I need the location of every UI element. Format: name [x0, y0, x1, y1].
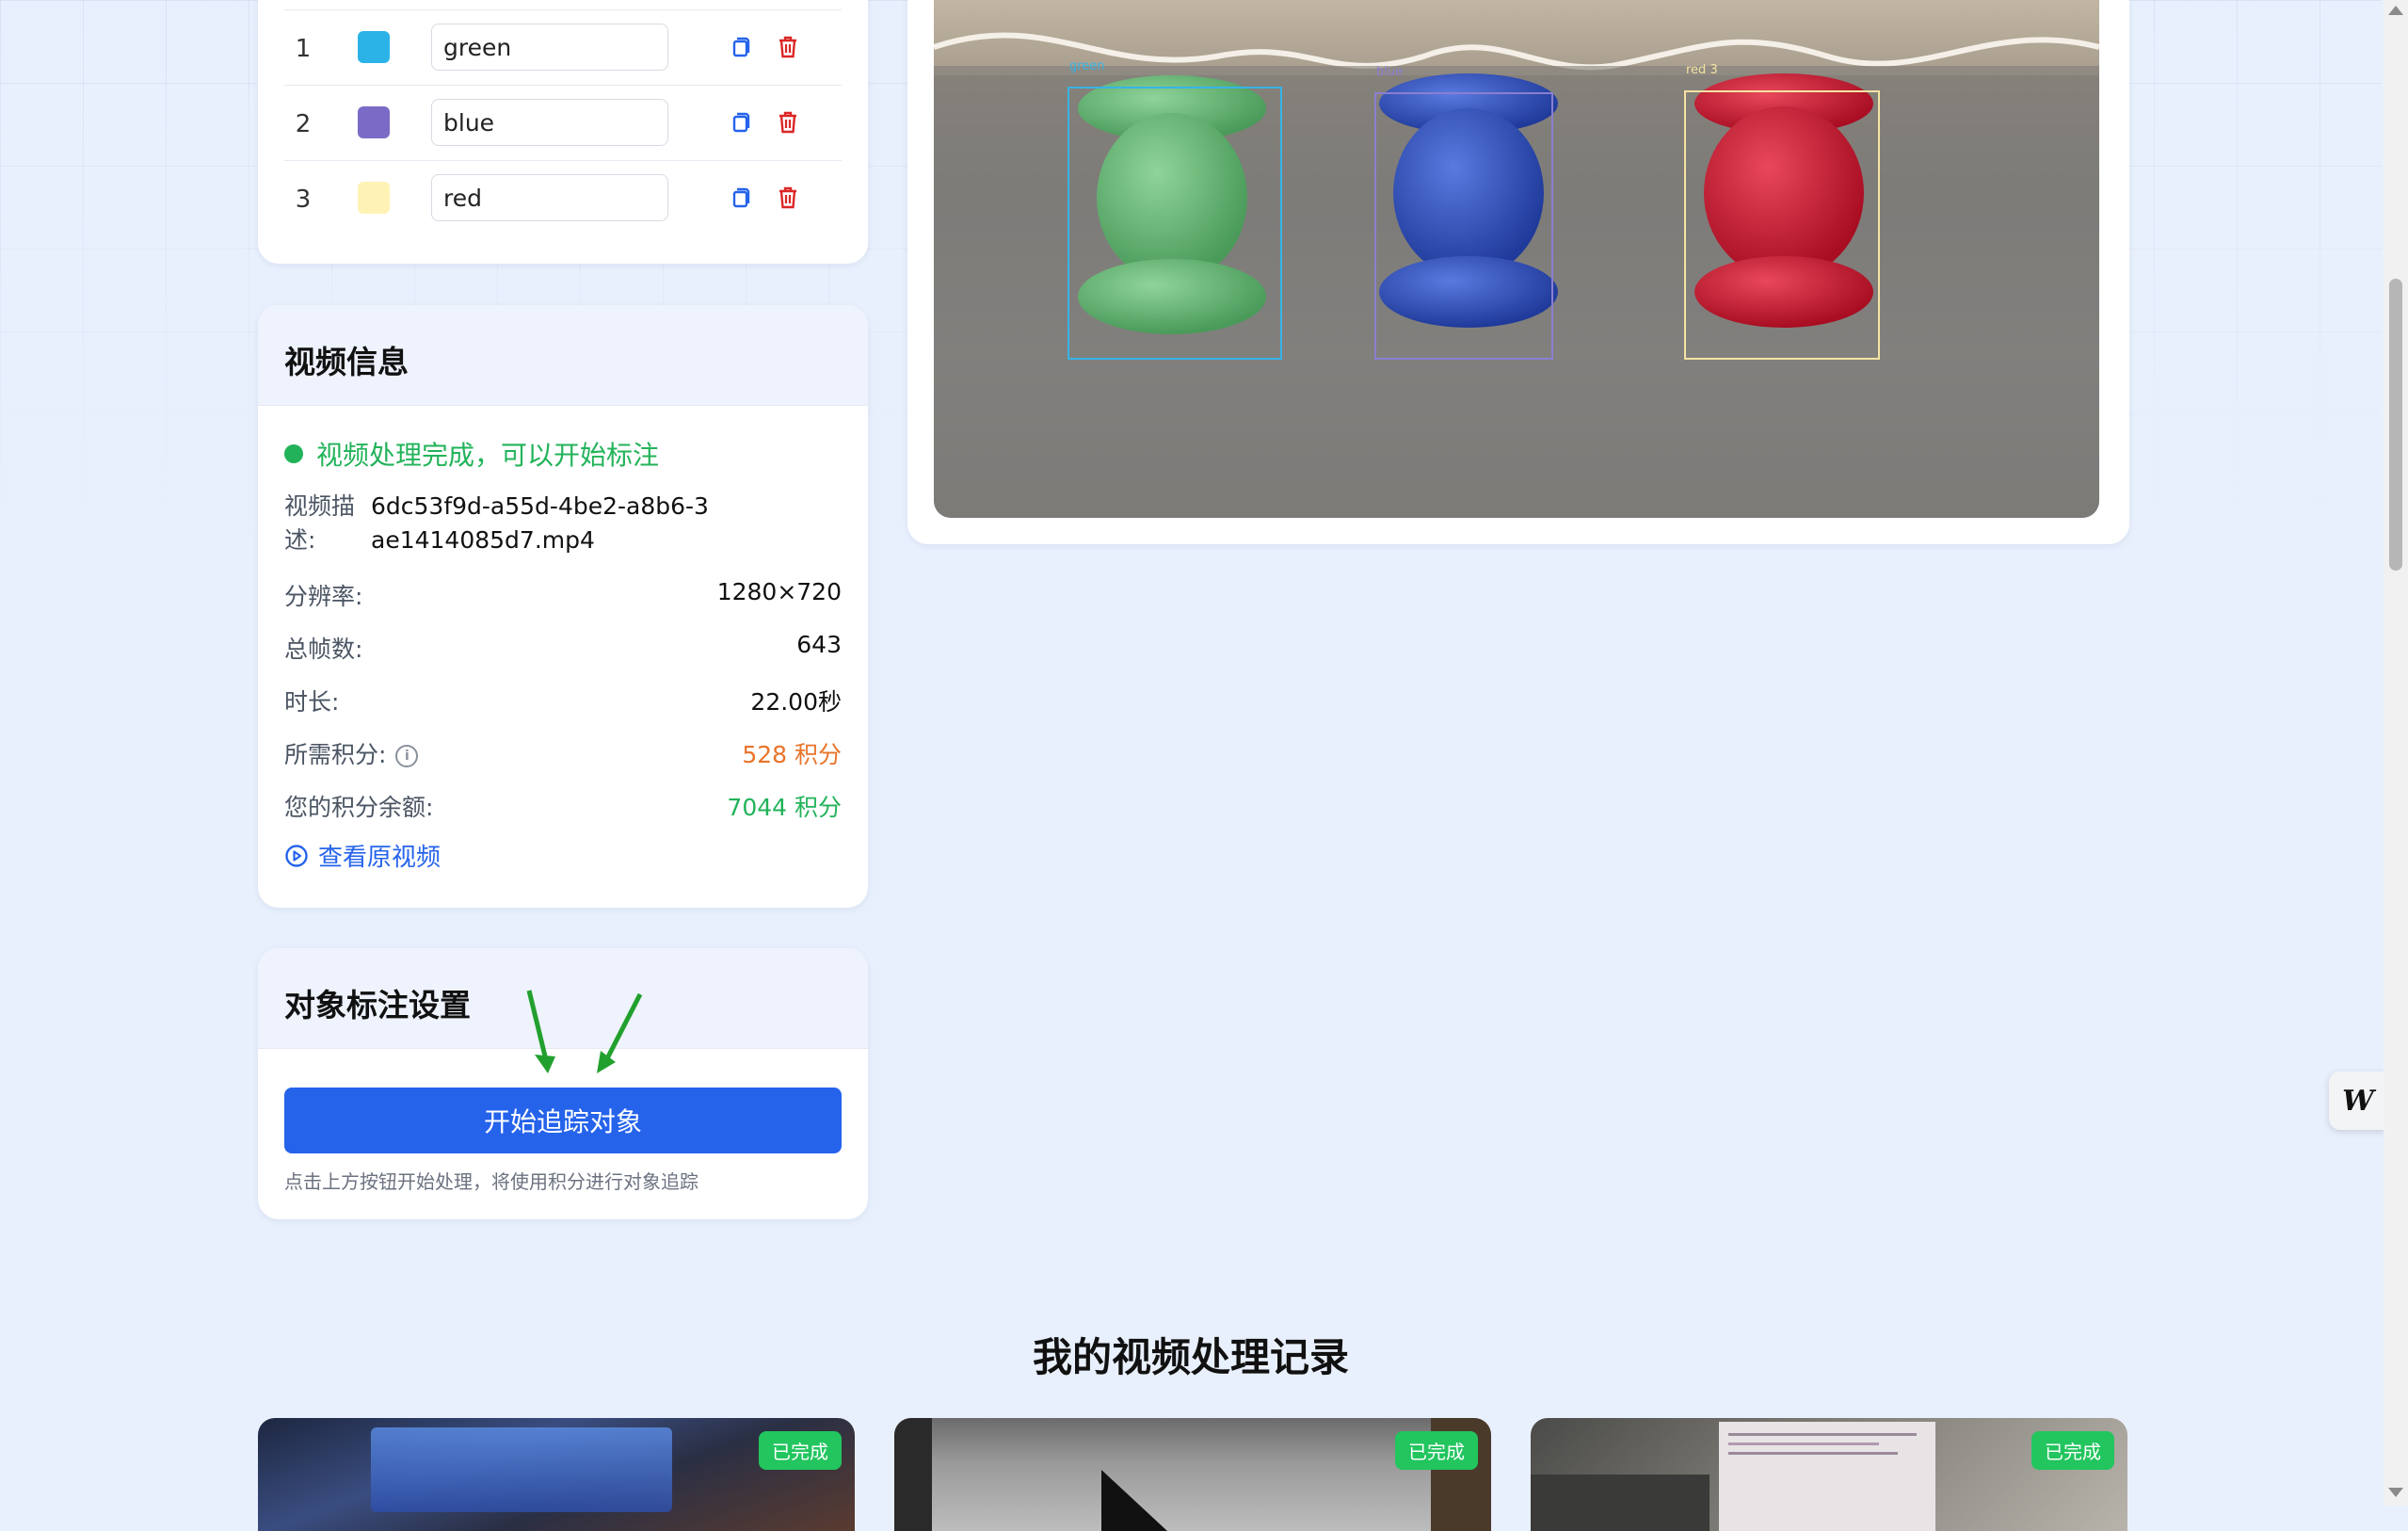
copy-icon[interactable] [725, 182, 757, 214]
tracking-hint: 点击上方按钮开始处理，将使用积分进行对象追踪 [284, 1170, 698, 1193]
view-link-label: 查看原视频 [318, 844, 441, 872]
bounding-box-label: green [1069, 59, 1105, 73]
label-index: 2 [295, 110, 312, 138]
label-row: 2 [284, 85, 842, 161]
card-header: 视频信息 [258, 305, 868, 406]
video-info-card: 视频信息 视频处理完成，可以开始标注 视频描述: 6dc53f9d-a55d-4… [258, 305, 868, 908]
status-dot-icon [284, 444, 303, 463]
status-badge: 已完成 [2031, 1431, 2114, 1470]
label-color-swatch[interactable] [358, 182, 390, 214]
desc-label: 视频描述: [284, 492, 356, 554]
cost-value: 528 积分 [742, 741, 842, 768]
status-text: 视频处理完成，可以开始标注 [316, 440, 660, 471]
scroll-up-icon[interactable] [2388, 6, 2403, 15]
duration-label: 时长: [284, 688, 340, 716]
play-circle-icon [285, 844, 308, 867]
video-preview-card: green blue red 3 [907, 0, 2129, 544]
label-color-swatch[interactable] [358, 31, 390, 63]
desc-value: 6dc53f9d-a55d-4be2-a8b6-3ae1414085d7.mp4 [371, 492, 709, 554]
status-badge: 已完成 [759, 1431, 842, 1470]
copy-icon[interactable] [725, 106, 757, 138]
label-row: 1 [284, 9, 842, 86]
start-tracking-button[interactable]: 开始追踪对象 [284, 1088, 842, 1153]
frames-label: 总帧数: [284, 636, 363, 663]
card-title: 对象标注设置 [284, 987, 471, 1023]
video-frame[interactable]: green blue red 3 [934, 0, 2099, 518]
annotation-arrows [526, 990, 643, 1073]
info-icon[interactable]: i [395, 745, 419, 767]
resolution-value: 1280×720 [716, 578, 842, 605]
balance-label: 您的积分余额: [284, 794, 434, 821]
delete-icon[interactable] [772, 106, 804, 138]
bounding-box-green [1068, 87, 1282, 360]
processing-status: 视频处理完成，可以开始标注 [284, 435, 659, 473]
history-card[interactable]: 已完成 [258, 1418, 855, 1531]
delete-icon[interactable] [772, 31, 804, 63]
copy-icon[interactable] [725, 31, 757, 63]
status-badge: 已完成 [1395, 1431, 1478, 1470]
card-title: 视频信息 [284, 344, 409, 380]
w-logo-icon: W [2342, 1084, 2374, 1118]
bounding-box-label: blue [1376, 65, 1404, 79]
vertical-scrollbar[interactable] [2384, 0, 2408, 1506]
label-name-input[interactable] [431, 174, 668, 221]
bounding-box-blue [1374, 92, 1553, 360]
delete-icon[interactable] [772, 182, 804, 214]
label-row: 3 [284, 160, 842, 236]
label-name-input[interactable] [431, 99, 668, 146]
scroll-down-icon[interactable] [2388, 1488, 2403, 1497]
cost-label-row: 所需积分: i [284, 736, 419, 770]
bounding-box-red [1684, 90, 1880, 360]
cost-label: 所需积分: [284, 741, 387, 768]
resolution-label: 分辨率: [284, 583, 363, 610]
label-name-input[interactable] [431, 24, 668, 71]
label-index: 1 [295, 35, 312, 63]
history-card[interactable]: 已完成 [1531, 1418, 2127, 1531]
label-color-swatch[interactable] [358, 106, 390, 138]
history-card[interactable]: 已完成 [894, 1418, 1491, 1531]
bounding-box-label: red 3 [1686, 63, 1718, 77]
history-section-title: 我的视频处理记录 [1032, 1334, 1349, 1380]
scrollbar-thumb[interactable] [2389, 279, 2402, 571]
thumbnail-image [371, 1427, 672, 1512]
view-original-video-link[interactable]: 查看原视频 [284, 838, 441, 873]
label-index: 3 [295, 185, 312, 214]
label-list-card: 1 2 3 [258, 0, 868, 264]
duration-value: 22.00秒 [750, 688, 842, 716]
floating-assistant-button[interactable]: W [2329, 1072, 2387, 1130]
balance-value: 7044 积分 [727, 794, 842, 821]
frames-value: 643 [796, 631, 842, 658]
